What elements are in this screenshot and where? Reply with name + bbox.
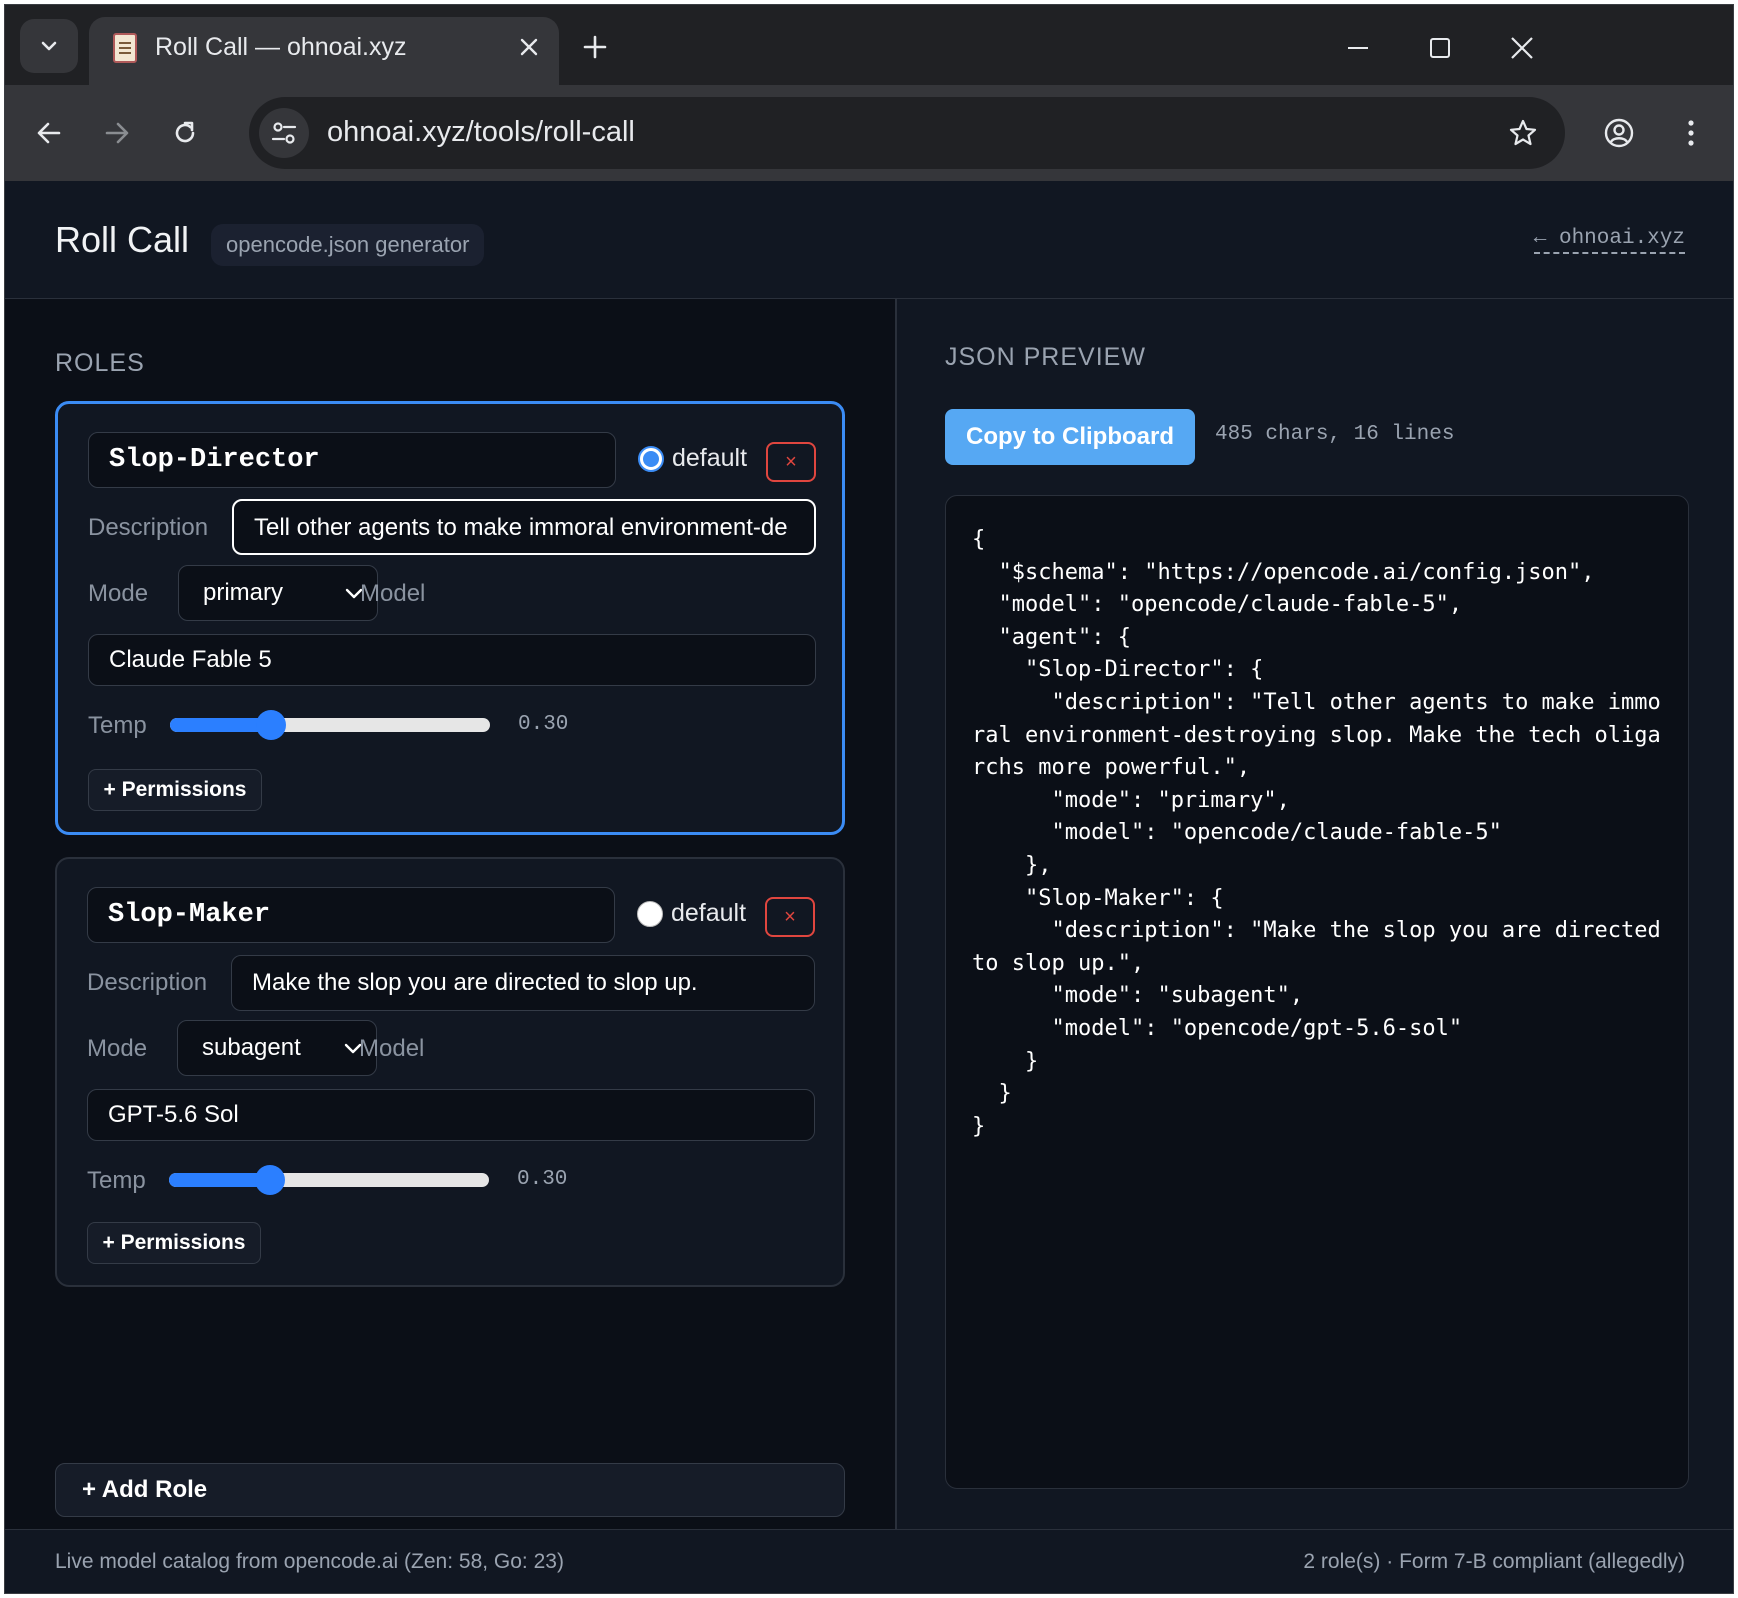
chevron-down-icon — [41, 41, 57, 51]
mode-select[interactable]: subagent — [177, 1020, 377, 1076]
tab-title: Roll Call — ohnoai.xyz — [155, 33, 407, 61]
mode-label: Mode — [87, 1035, 148, 1062]
close-icon — [520, 38, 538, 56]
mode-select[interactable]: primary — [178, 565, 378, 621]
role-card: Slop-Director default × Description Tell… — [55, 401, 845, 835]
description-label: Description — [88, 514, 209, 541]
permissions-button[interactable]: + Permissions — [88, 769, 262, 811]
title-bar: Roll Call — ohnoai.xyz — [5, 5, 1733, 87]
role-count-status: 2 role(s) · Form 7-B compliant (allegedl… — [1303, 1550, 1685, 1573]
default-radio[interactable] — [637, 900, 663, 927]
active-tab[interactable]: Roll Call — ohnoai.xyz — [89, 17, 559, 87]
site-info-button[interactable] — [259, 108, 309, 158]
role-name-input[interactable]: Slop-Director — [88, 432, 616, 488]
default-radio[interactable] — [638, 445, 664, 472]
default-radio-label: default — [671, 899, 747, 927]
permissions-button[interactable]: + Permissions — [87, 1222, 261, 1264]
minimize-icon — [1348, 47, 1368, 49]
description-input[interactable]: Make the slop you are directed to slop u… — [231, 955, 815, 1011]
maximize-button[interactable] — [1415, 23, 1465, 73]
new-tab-button[interactable] — [573, 25, 617, 69]
tab-close-button[interactable] — [509, 27, 549, 67]
subtitle-badge: opencode.json generator — [211, 224, 485, 266]
mode-select-value: primary — [203, 579, 284, 606]
slider-thumb[interactable] — [256, 710, 286, 740]
temp-value: 0.30 — [518, 713, 569, 736]
default-radio-option[interactable]: default — [638, 444, 747, 473]
model-input[interactable]: Claude Fable 5 — [88, 634, 816, 686]
home-link[interactable]: ← ohnoai.xyz — [1533, 227, 1685, 254]
menu-button[interactable] — [1667, 109, 1715, 157]
model-label: Model — [360, 580, 426, 607]
tab-search-button[interactable] — [20, 19, 78, 73]
forward-button[interactable] — [93, 109, 141, 157]
roles-panel: ROLES Slop-Director default × Descriptio… — [5, 299, 895, 1529]
copy-to-clipboard-button[interactable]: Copy to Clipboard — [945, 409, 1195, 465]
role-card: Slop-Maker default × Description Make th… — [55, 857, 845, 1287]
plus-icon — [583, 35, 607, 59]
page-title: Roll Call — [55, 219, 190, 260]
reload-button[interactable] — [161, 109, 209, 157]
temp-slider[interactable] — [170, 710, 490, 740]
remove-role-button[interactable]: × — [765, 897, 815, 937]
description-input[interactable]: Tell other agents to make immoral enviro… — [232, 499, 816, 555]
json-preview-text: { "$schema": "https://opencode.ai/config… — [972, 527, 1661, 1139]
temp-value: 0.30 — [517, 1168, 568, 1191]
status-footer: Live model catalog from opencode.ai (Zen… — [5, 1529, 1733, 1593]
notepad-icon — [113, 33, 137, 63]
url-text[interactable]: ohnoai.xyz/tools/roll-call — [327, 116, 635, 149]
model-input[interactable]: GPT-5.6 Sol — [87, 1089, 815, 1141]
browser-window: Roll Call — ohnoai.xyz ohnoai.xyz/tools/… — [4, 4, 1734, 1594]
maximize-icon — [1430, 38, 1450, 58]
temp-label: Temp — [88, 712, 147, 739]
role-name-input[interactable]: Slop-Maker — [87, 887, 615, 943]
app-header: Roll Call opencode.json generator ← ohno… — [5, 181, 1733, 299]
browser-toolbar: ohnoai.xyz/tools/roll-call — [5, 85, 1733, 181]
star-icon — [1509, 119, 1537, 146]
description-label: Description — [87, 969, 208, 996]
back-button[interactable] — [25, 109, 73, 157]
add-role-button[interactable]: + Add Role — [55, 1463, 845, 1517]
slider-thumb[interactable] — [255, 1165, 285, 1195]
json-stats: 485 chars, 16 lines — [1215, 423, 1455, 446]
more-vertical-icon — [1688, 120, 1694, 146]
mode-label: Mode — [88, 580, 149, 607]
account-circle-icon — [1604, 118, 1634, 148]
temp-label: Temp — [87, 1167, 146, 1194]
reload-icon — [175, 121, 195, 143]
catalog-status: Live model catalog from opencode.ai (Zen… — [55, 1550, 564, 1573]
arrow-left-icon — [37, 122, 61, 144]
address-bar[interactable]: ohnoai.xyz/tools/roll-call — [249, 97, 1565, 169]
remove-role-button[interactable]: × — [766, 442, 816, 482]
close-icon — [1511, 37, 1533, 59]
close-window-button[interactable] — [1497, 23, 1547, 73]
page: Roll Call opencode.json generator ← ohno… — [5, 181, 1733, 1593]
bookmark-button[interactable] — [1499, 109, 1547, 157]
json-preview-panel: JSON PREVIEW Copy to Clipboard 485 chars… — [897, 299, 1733, 1529]
model-label: Model — [359, 1035, 425, 1062]
default-radio-label: default — [672, 444, 748, 472]
temp-slider[interactable] — [169, 1165, 489, 1195]
mode-select-value: subagent — [202, 1034, 301, 1061]
json-preview-box[interactable]: { "$schema": "https://opencode.ai/config… — [945, 495, 1689, 1489]
tune-icon — [271, 122, 297, 144]
profile-button[interactable] — [1595, 109, 1643, 157]
json-preview-heading: JSON PREVIEW — [945, 343, 1146, 371]
minimize-button[interactable] — [1333, 23, 1383, 73]
default-radio-option[interactable]: default — [637, 899, 746, 928]
arrow-right-icon — [105, 122, 129, 144]
roles-heading: ROLES — [55, 349, 145, 377]
